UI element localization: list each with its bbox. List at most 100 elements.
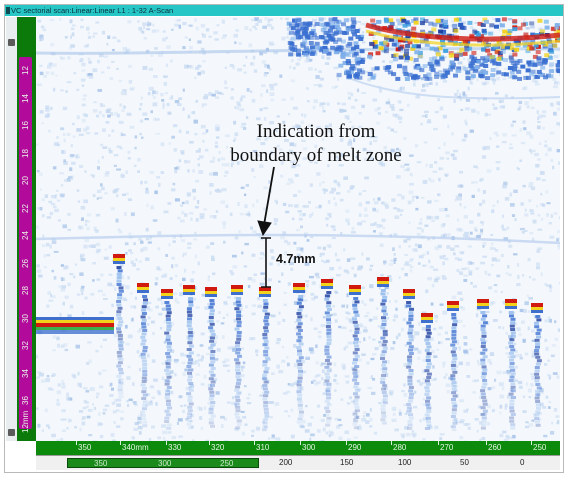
vertical-ruler-tick: 26 xyxy=(21,258,30,268)
indication-head-red xyxy=(205,287,217,291)
indication-streak xyxy=(406,301,414,430)
bottom-bar-tick: 200 xyxy=(279,458,293,467)
horizontal-ruler-tick: 250 xyxy=(533,443,547,452)
indication-head-blue xyxy=(421,320,433,323)
annotation-text: Indication from boundary of melt zone xyxy=(186,120,446,168)
vertical-ruler-tick: 16 xyxy=(21,121,30,130)
weld-echo-blue-lower xyxy=(36,330,114,334)
weld-echo-red xyxy=(36,323,114,327)
horizontal-ruler-tick: 300 xyxy=(302,443,316,452)
indication-streak xyxy=(324,291,332,427)
horizontal-index-ruler[interactable]: 350 340mm 330 320 310 300 290 280 270 260 250 xyxy=(36,441,560,455)
bottom-scrollbar[interactable]: 350 300 250 200 150 100 50 0 xyxy=(36,455,560,470)
indication-head-red xyxy=(421,313,433,317)
vertical-depth-ruler[interactable]: 12 14 16 18 20 22 24 26 28 30 32 34 36 12mm xyxy=(17,17,36,441)
vertical-ruler-tick: 18 xyxy=(21,148,30,158)
indication-head-blue xyxy=(447,308,459,311)
indication-head-red xyxy=(161,289,173,293)
vertical-ruler-tick: 22 xyxy=(21,203,30,213)
horizontal-ruler-tick: 350 xyxy=(78,443,92,452)
vertical-ruler-tick: 32 xyxy=(21,341,30,350)
indication-head-red xyxy=(403,289,415,293)
indication-head-blue xyxy=(205,294,217,297)
indication-head-red xyxy=(293,283,305,287)
indication-head-yellow xyxy=(293,287,305,290)
indication-streak xyxy=(140,295,148,428)
indication-head-blue xyxy=(403,296,415,299)
indication-head-yellow xyxy=(231,289,243,292)
horizontal-ruler-tickmark xyxy=(438,441,439,445)
indication-head-yellow xyxy=(421,317,433,320)
indication-streak xyxy=(450,313,458,429)
window-title: VC sectorial scan:Linear:Linear L1 : 1-3… xyxy=(11,6,174,15)
weld-echo-green xyxy=(36,327,114,330)
indication-head-yellow xyxy=(349,289,361,292)
indication-head-blue xyxy=(293,290,305,293)
indication-head-red xyxy=(137,283,149,287)
indication-streak xyxy=(480,311,488,430)
vertical-ruler-tick: 34 xyxy=(21,368,30,378)
horizontal-ruler-tickmark xyxy=(300,441,301,445)
indication-head-blue xyxy=(477,306,489,309)
indication-streak xyxy=(262,299,270,428)
horizontal-ruler-tickmark xyxy=(166,441,167,445)
vertical-ruler-tick: 12 xyxy=(21,66,30,75)
indication-head-red xyxy=(183,285,195,289)
indication-head-yellow xyxy=(477,303,489,306)
indication-head-blue xyxy=(231,292,243,295)
vertical-ruler-tick: 36 xyxy=(21,396,30,405)
indication-head-yellow xyxy=(531,307,543,310)
indication-head-yellow xyxy=(505,303,517,306)
horizontal-ruler-tickmark xyxy=(254,441,255,445)
vertical-ruler-tick: 30 xyxy=(21,313,30,323)
weld-echo-yellow xyxy=(36,320,114,323)
indication-head-blue xyxy=(161,296,173,299)
bottom-bar-tick: 100 xyxy=(398,458,412,467)
indication-head-blue xyxy=(349,292,361,295)
horizontal-ruler-tick: 320 xyxy=(211,443,225,452)
indication-head-red xyxy=(505,299,517,303)
indication-head-yellow xyxy=(161,293,173,296)
indication-head-blue xyxy=(531,310,543,313)
indication-head-yellow xyxy=(403,293,415,296)
indication-head-yellow xyxy=(205,291,217,294)
annotation-line-1: Indication from xyxy=(256,121,376,142)
horizontal-ruler-tick: 310 xyxy=(256,443,270,452)
scrollbar-thumb[interactable]: 350 300 250 xyxy=(67,458,259,468)
vertical-ruler-tick: 24 xyxy=(21,231,30,240)
horizontal-ruler-tickmark xyxy=(120,441,121,445)
scroll-down-button[interactable] xyxy=(8,429,15,436)
scroll-up-button[interactable] xyxy=(8,39,15,46)
indication-head-red xyxy=(477,299,489,303)
indication-head-blue xyxy=(137,290,149,293)
horizontal-ruler-tick: 340mm xyxy=(122,443,149,452)
bottom-bar-tick: 50 xyxy=(460,458,469,467)
horizontal-ruler-tick: 280 xyxy=(393,443,407,452)
indication-streak xyxy=(208,299,216,428)
bottom-bar-tick: 150 xyxy=(340,458,354,467)
indication-head-red xyxy=(377,277,389,281)
indication-head-red xyxy=(349,285,361,289)
ultrasonic-scan-view[interactable] xyxy=(36,17,560,441)
window-titlebar[interactable]: VC sectorial scan:Linear:Linear L1 : 1-3… xyxy=(5,5,563,16)
indication-head-red xyxy=(113,254,125,258)
indication-head-yellow xyxy=(321,283,333,286)
indication-head-red xyxy=(231,285,243,289)
horizontal-ruler-tickmark xyxy=(531,441,532,445)
indication-streak xyxy=(234,297,242,430)
indication-head-yellow xyxy=(183,289,195,292)
scan-image xyxy=(36,17,560,441)
indication-head-yellow xyxy=(113,258,125,261)
horizontal-ruler-tick: 290 xyxy=(348,443,362,452)
indication-streak xyxy=(534,315,542,427)
indication-head-blue xyxy=(259,294,271,297)
annotation-arrowhead xyxy=(257,220,272,237)
indication-head-yellow xyxy=(137,287,149,290)
horizontal-ruler-tickmark xyxy=(76,441,77,445)
bottom-bar-tick: 300 xyxy=(158,459,172,468)
bottom-bar-tick: 250 xyxy=(220,459,234,468)
indication-head-blue xyxy=(183,292,195,295)
annotation-line-2: boundary of melt zone xyxy=(230,145,402,166)
horizontal-ruler-tickmark xyxy=(391,441,392,445)
horizontal-ruler-tick: 270 xyxy=(440,443,454,452)
